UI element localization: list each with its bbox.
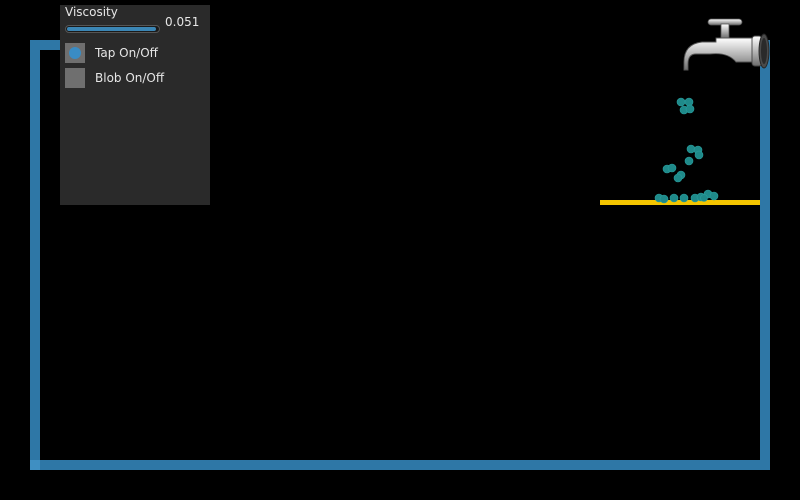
- viscosity-value: 0.051: [165, 15, 200, 29]
- container-corner: [30, 460, 40, 470]
- tap-toggle-box[interactable]: [65, 43, 85, 63]
- blob-toggle[interactable]: Blob On/Off: [65, 68, 164, 88]
- tap-toggle-label: Tap On/Off: [95, 46, 158, 60]
- viscosity-slider[interactable]: [65, 25, 160, 33]
- tap-on-indicator: [69, 47, 81, 59]
- blob-toggle-label: Blob On/Off: [95, 71, 165, 85]
- viscosity-slider-fill: [67, 27, 156, 31]
- container-wall-bottom: [30, 460, 770, 470]
- viscosity-label: Viscosity: [65, 5, 118, 19]
- tap-toggle[interactable]: Tap On/Off: [65, 43, 158, 63]
- blob-toggle-box[interactable]: [65, 68, 85, 88]
- faucet-icon[interactable]: [680, 14, 770, 76]
- yellow-shelf[interactable]: [600, 200, 760, 205]
- container-wall-right: [760, 40, 770, 470]
- container-wall-left: [30, 40, 40, 470]
- control-panel: Viscosity 0.051 Tap On/Off Blob On/Off: [60, 5, 210, 205]
